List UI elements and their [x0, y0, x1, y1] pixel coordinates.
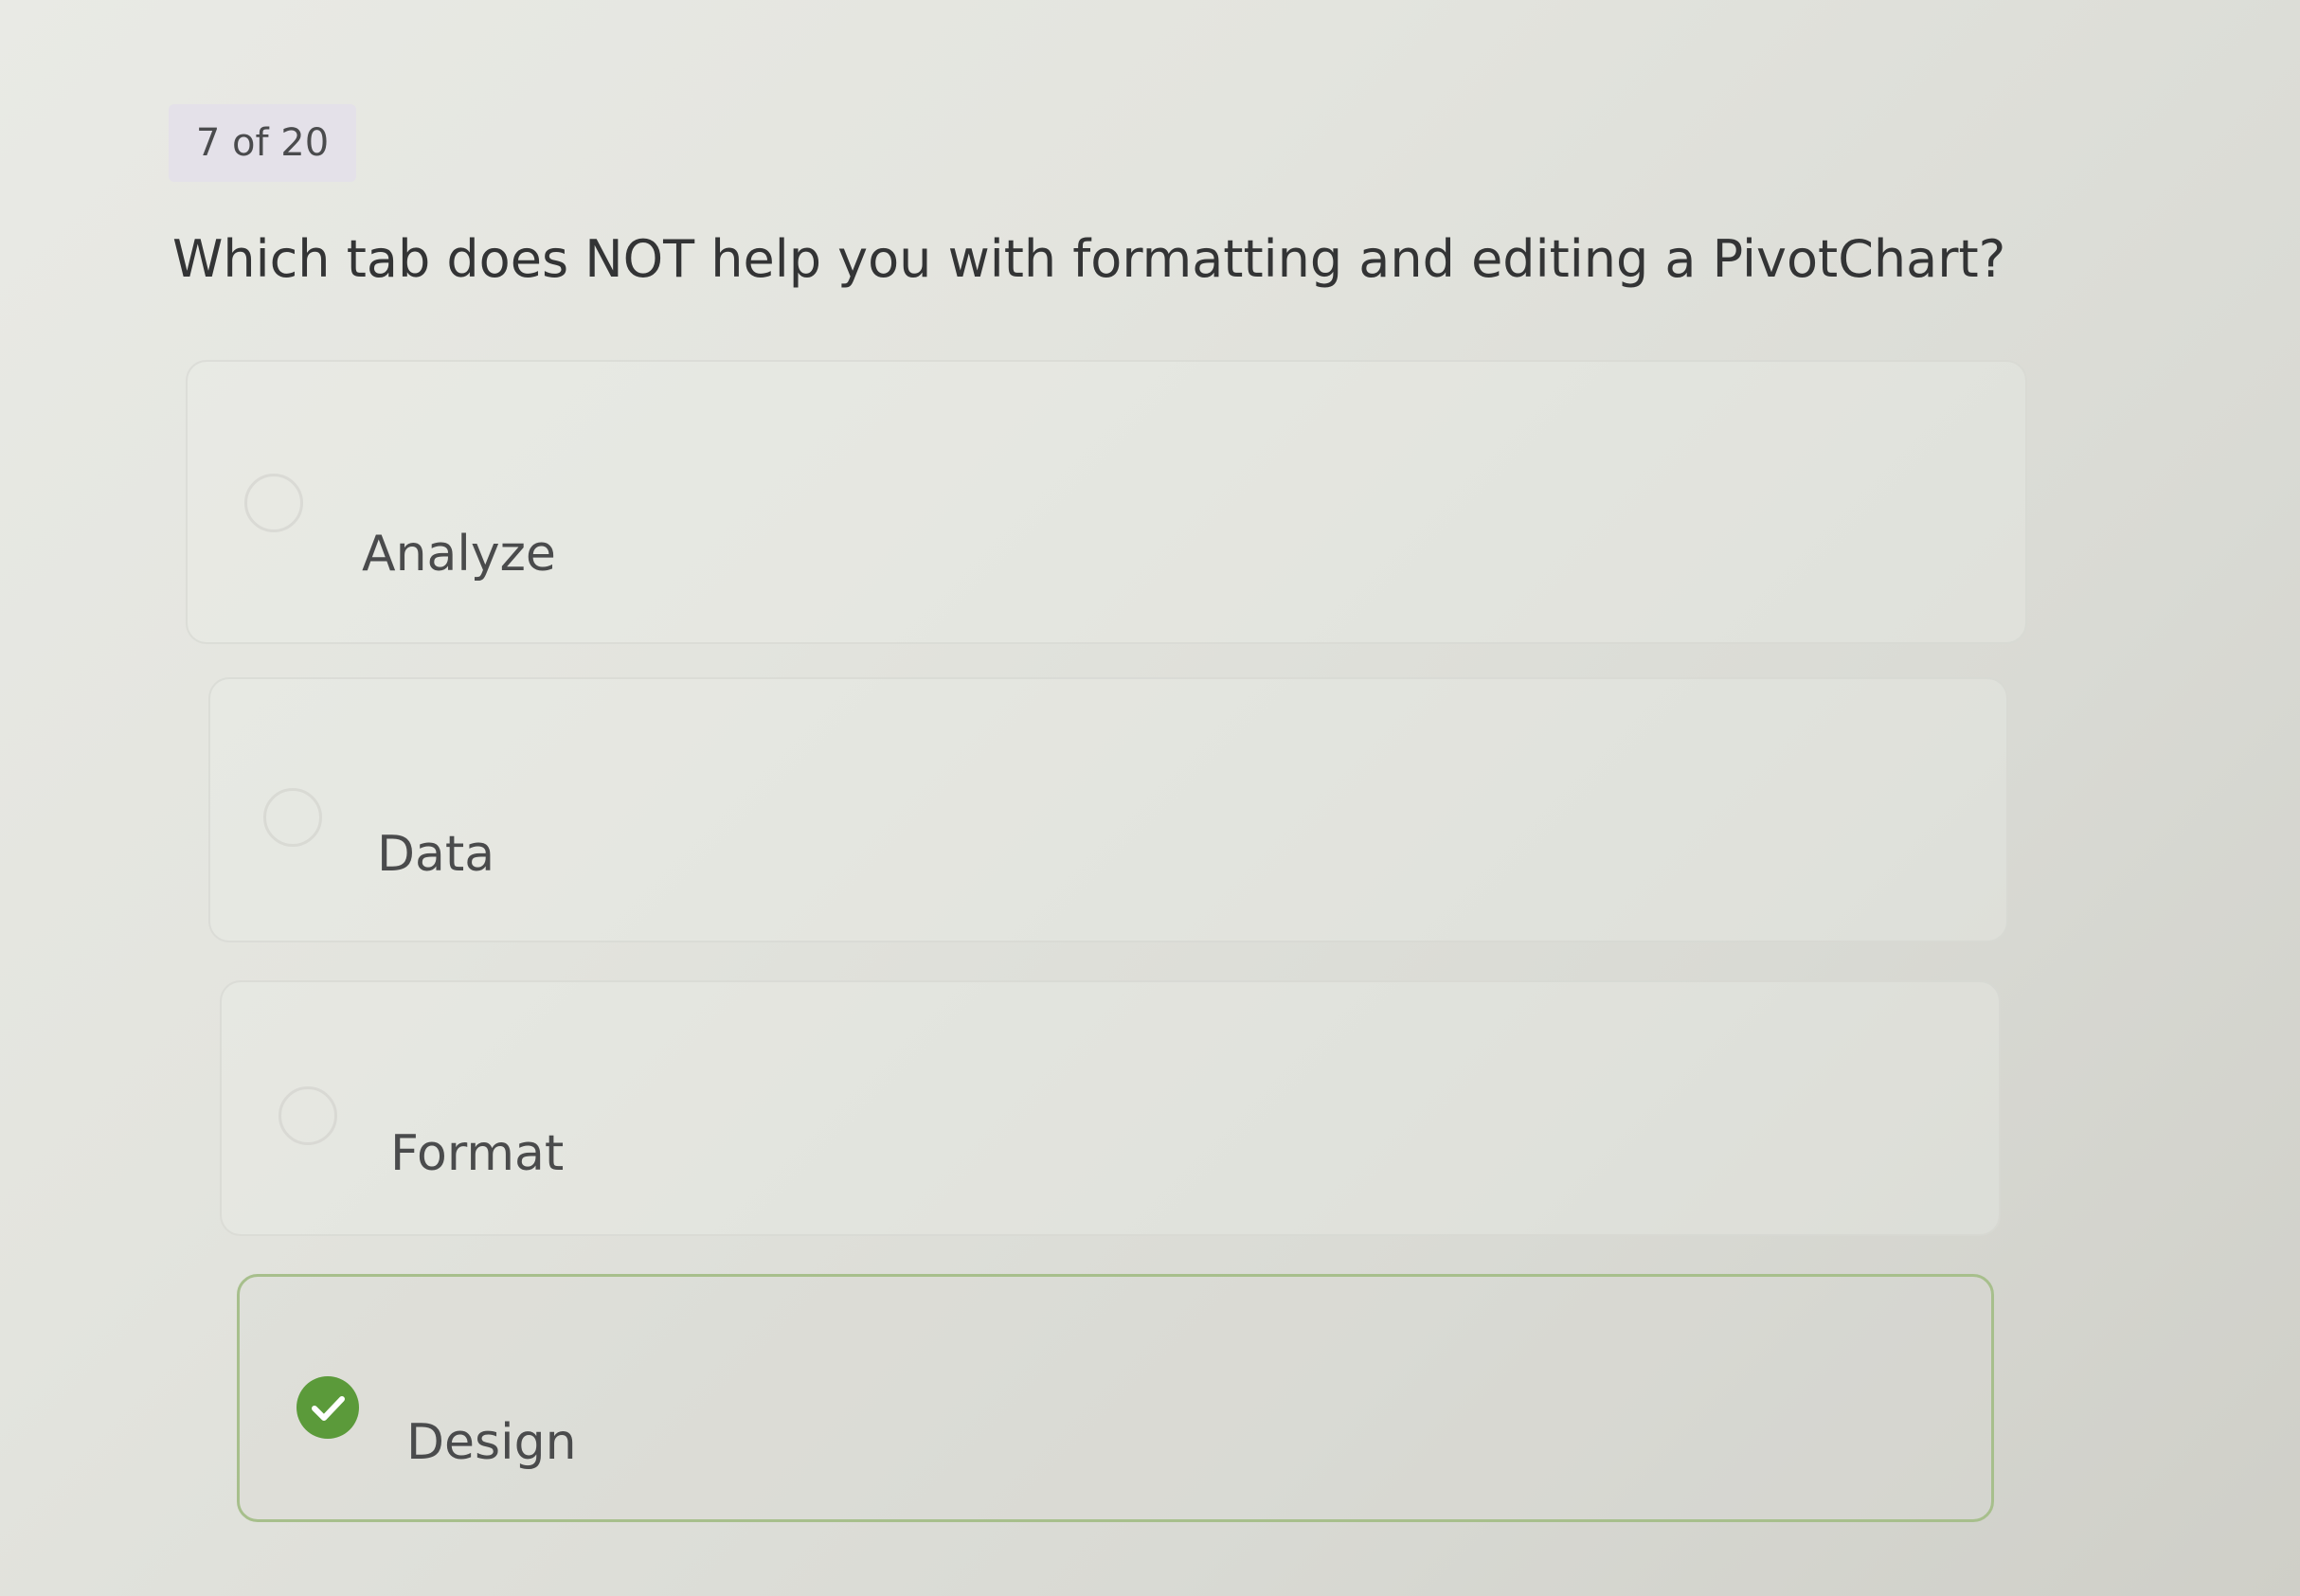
- answer-option-format[interactable]: Format: [220, 980, 2001, 1236]
- radio-icon[interactable]: [244, 474, 303, 532]
- answer-option-label: Format: [390, 1125, 565, 1182]
- answer-option-analyze[interactable]: Analyze: [186, 360, 2027, 644]
- answer-option-data[interactable]: Data: [208, 677, 2008, 942]
- question-text: Which tab does NOT help you with formatt…: [172, 229, 2006, 289]
- answer-option-label: Design: [406, 1414, 577, 1471]
- checkmark-icon: [312, 1396, 345, 1421]
- question-counter: 7 of 20: [169, 104, 356, 182]
- radio-icon[interactable]: [263, 788, 322, 847]
- answer-option-label: Analyze: [362, 526, 556, 583]
- radio-icon[interactable]: [279, 1086, 337, 1145]
- check-icon[interactable]: [296, 1376, 359, 1439]
- answer-option-design[interactable]: Design: [237, 1274, 1994, 1522]
- answer-option-label: Data: [377, 826, 495, 883]
